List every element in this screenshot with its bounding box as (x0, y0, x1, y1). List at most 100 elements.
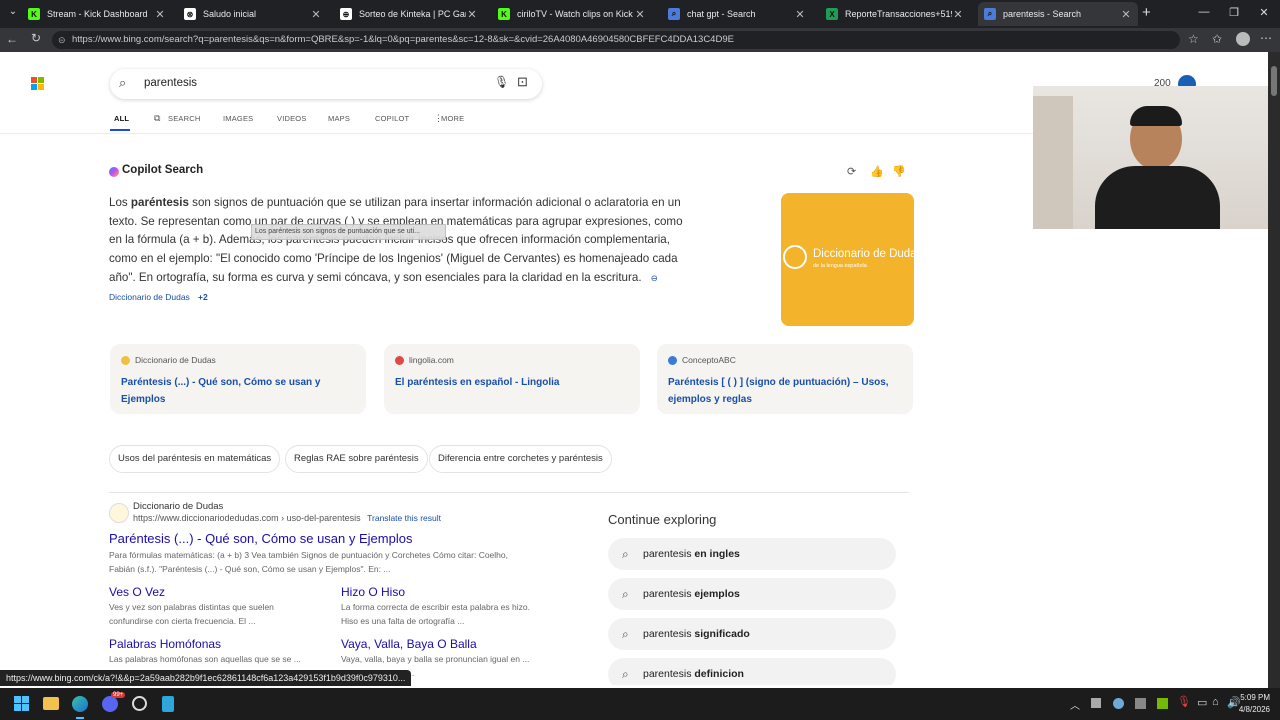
url-bar[interactable]: ⊝ https://www.bing.com/search?q=parentes… (52, 31, 1180, 49)
page-scrollbar[interactable] (1268, 52, 1280, 688)
nav-copilot[interactable]: COPILOT (375, 114, 409, 123)
microphone-tray-icon[interactable]: 🎙 (1177, 695, 1191, 708)
site-info-icon[interactable]: ⊝ (58, 31, 66, 49)
explore-item[interactable]: ⌕ parentesis ejemplos (608, 578, 896, 610)
sublink-title[interactable]: Hizo O Hiso (341, 585, 405, 599)
copilot-answer: Los paréntesis son signos de puntuación … (109, 196, 683, 302)
explore-item[interactable]: ⌕ parentesis en ingles (608, 538, 896, 570)
source-link[interactable]: Paréntesis (...) - Qué son, Cómo se usan… (121, 374, 351, 408)
microphone-icon[interactable]: 🎙 (494, 75, 509, 89)
browser-tab[interactable]: ⊕ Sorteo de Kinteka | PC Gamer✕ (334, 2, 484, 26)
edge-icon[interactable] (72, 696, 88, 712)
tab-title: ReporteTransacciones+51941283 (845, 9, 952, 19)
clock-time[interactable]: 5:09 PM (1236, 693, 1270, 702)
webcam-person-hair (1130, 106, 1182, 126)
copilot-refresh-icon[interactable]: ⟳ (847, 165, 856, 178)
tab-close-icon[interactable]: ✕ (154, 8, 166, 21)
nav-all[interactable]: ALL (114, 114, 129, 123)
nav-images[interactable]: IMAGES (223, 114, 253, 123)
tab-favicon-icon: ⌕ (984, 8, 996, 20)
minimize-button[interactable]: — (1194, 6, 1214, 18)
microsoft-logo-icon[interactable] (31, 77, 44, 90)
search-box[interactable]: ⌕ parentesis 🎙 ⊡ (110, 69, 542, 99)
discord-icon[interactable] (102, 696, 118, 712)
source-card[interactable]: Diccionario de Dudas Paréntesis (...) - … (110, 344, 366, 414)
taskbar: 99+ ︿ 🎙 ▭ ⌂ 🔊 5:09 PM 4/8/2026 (0, 688, 1280, 720)
nav-search[interactable]: SEARCH (168, 114, 200, 123)
source-card[interactable]: lingolia.com El paréntesis en español - … (384, 344, 640, 414)
file-explorer-icon[interactable] (43, 697, 59, 710)
explore-item[interactable]: ⌕ parentesis significado (608, 618, 896, 650)
tab-close-icon[interactable]: ✕ (952, 8, 964, 21)
steam-icon[interactable] (1113, 698, 1124, 709)
tray-app-icon[interactable] (1135, 698, 1146, 709)
browser-tab[interactable]: K Stream - Kick Dashboard ✕ (22, 2, 172, 26)
source-site: lingolia.com (395, 355, 454, 365)
explore-item[interactable]: ⌕ parentesis definicion (608, 658, 896, 685)
sublink-title[interactable]: Palabras Homófonas (109, 637, 221, 651)
source-favicon-icon (395, 355, 404, 365)
clock-date[interactable]: 4/8/2026 (1228, 705, 1270, 714)
result-site: Diccionario de Dudas (133, 501, 224, 512)
network-icon[interactable]: ⌂ (1212, 696, 1219, 708)
browser-menu-icon[interactable]: ⋯ (1260, 31, 1272, 45)
tab-close-icon[interactable]: ✕ (634, 8, 646, 21)
windows-start-icon[interactable] (14, 696, 29, 711)
restore-button[interactable]: ❐ (1224, 6, 1244, 19)
favorites-icon[interactable]: ✩ (1212, 32, 1222, 46)
related-chip[interactable]: Usos del paréntesis en matemáticas (109, 445, 281, 473)
related-chip[interactable]: Reglas RAE sobre paréntesis (285, 445, 428, 473)
nvidia-icon[interactable] (1157, 698, 1168, 709)
browser-tab[interactable]: X ReporteTransacciones+51941283✕ (820, 2, 970, 26)
source-link[interactable]: El paréntesis en español - Lingolia (395, 374, 625, 391)
copilot-image[interactable]: Diccionario de Dudas de la lengua españo… (781, 193, 914, 326)
browser-tab[interactable]: ⌕ parentesis - Search ✕ (978, 2, 1138, 26)
search-icon: ⌕ (622, 547, 629, 561)
source-link[interactable]: Paréntesis [ ( ) ] (signo de puntuación)… (668, 374, 898, 408)
webcam-overlay (1033, 86, 1268, 229)
close-window-button[interactable]: ✕ (1254, 6, 1274, 19)
source-site: ConceptoABC (668, 355, 736, 365)
new-tab-button[interactable]: + (1142, 4, 1151, 21)
scrollbar-thumb[interactable] (1271, 66, 1277, 96)
notes-app-icon[interactable] (162, 696, 174, 712)
nav-maps[interactable]: MAPS (328, 114, 350, 123)
tray-app-icon[interactable] (1091, 698, 1101, 708)
search-icon: ⌕ (622, 587, 629, 601)
search-input[interactable]: parentesis (144, 77, 197, 89)
webcam-headboard (1033, 96, 1073, 229)
tab-close-icon[interactable]: ✕ (310, 8, 322, 21)
tab-favicon-icon: ⌕ (668, 8, 680, 20)
sublink-snippet: Las palabras homófonas son aquellas que … (109, 654, 301, 664)
source-favicon-icon (121, 355, 130, 365)
nav-videos[interactable]: VIDEOS (277, 114, 307, 123)
profile-avatar[interactable] (1236, 32, 1250, 46)
citation-more[interactable]: +2 (198, 292, 208, 302)
tab-close-icon[interactable]: ✕ (1120, 8, 1132, 21)
thumbs-up-icon[interactable]: 👍 (870, 165, 884, 178)
tab-close-icon[interactable]: ✕ (466, 8, 478, 21)
reload-icon[interactable]: ↻ (31, 31, 41, 45)
display-icon[interactable]: ▭ (1197, 696, 1207, 709)
thumbs-down-icon[interactable]: 👎 (892, 165, 906, 178)
sublink-title[interactable]: Vaya, Valla, Baya O Balla (341, 637, 477, 651)
back-icon[interactable]: ← (6, 32, 18, 46)
related-chip[interactable]: Diferencia entre corchetes y paréntesis (429, 445, 612, 473)
favorite-star-icon[interactable]: ☆ (1188, 32, 1199, 46)
tab-close-icon[interactable]: ✕ (794, 8, 806, 21)
result-snippet: Para fórmulas matemáticas: (a + b) 3 Vea… (109, 550, 508, 574)
translate-link[interactable]: Translate this result (367, 513, 441, 523)
tray-chevron-icon[interactable]: ︿ (1070, 697, 1080, 712)
browser-tab[interactable]: ⊗ Saludo inicial ✕ (178, 2, 328, 26)
browser-tab-bar: ⌄ K Stream - Kick Dashboard ✕ ⊗ Saludo inici… (0, 0, 1280, 28)
result-title-link[interactable]: Paréntesis (...) - Qué son, Cómo se usan… (109, 531, 412, 546)
obs-icon[interactable] (132, 696, 147, 711)
tab-actions-button[interactable]: ⌄ (4, 6, 22, 22)
source-card[interactable]: ConceptoABC Paréntesis [ ( ) ] (signo de… (657, 344, 913, 414)
browser-tab[interactable]: ⌕ chat gpt - Search ✕ (662, 2, 812, 26)
nav-more[interactable]: MORE (441, 114, 464, 123)
browser-tab[interactable]: KciriloTV - Watch clips on Kick ✕ (492, 2, 652, 26)
sublink-title[interactable]: Ves O Vez (109, 585, 165, 599)
visual-search-icon[interactable]: ⊡ (517, 74, 528, 90)
tab-favicon-icon: X (826, 8, 838, 20)
